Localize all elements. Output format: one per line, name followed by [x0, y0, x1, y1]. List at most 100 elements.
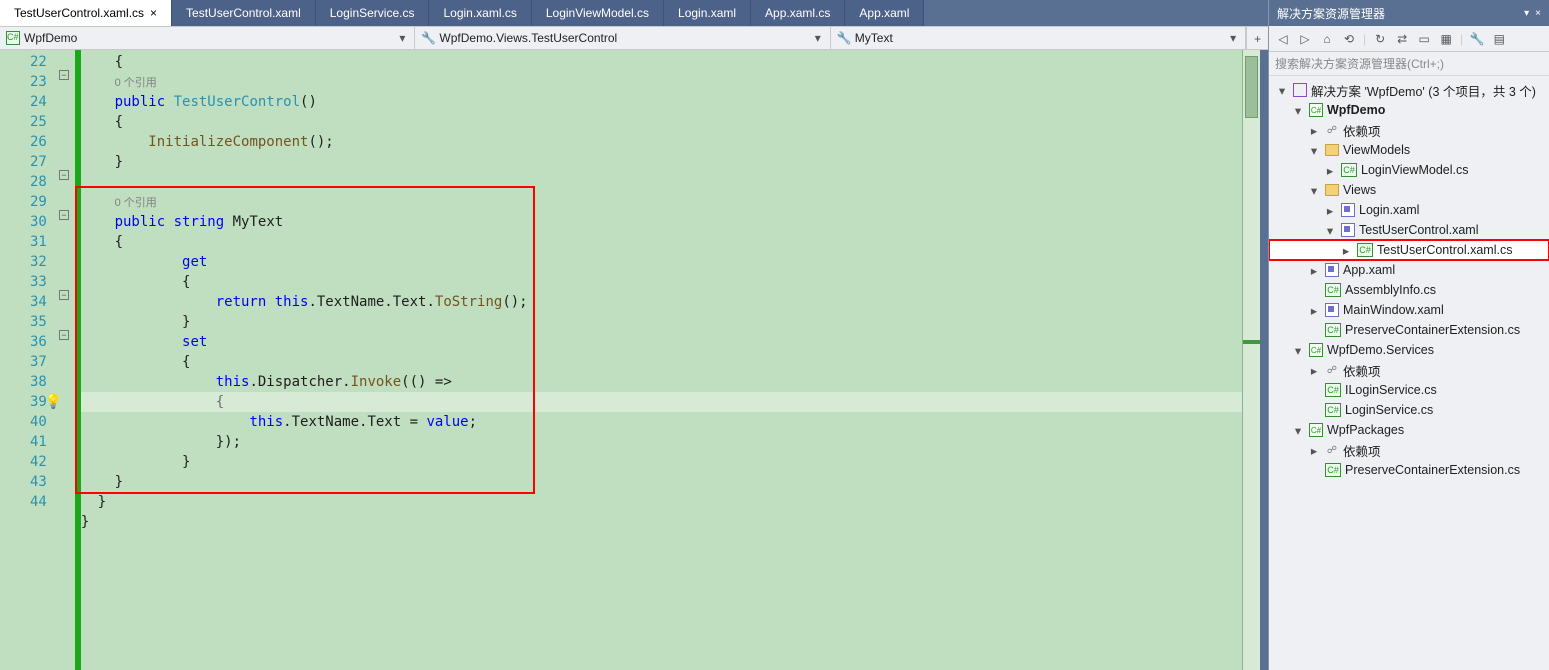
wrench-icon: 🔧	[837, 31, 851, 45]
chevron-down-icon[interactable]: ▾	[1524, 8, 1529, 19]
file-testusercontrol-xaml[interactable]: ▾TestUserControl.xaml	[1269, 220, 1549, 240]
dependencies[interactable]: ▸☍依赖项	[1269, 120, 1549, 140]
folder-views[interactable]: ▾ Views	[1269, 180, 1549, 200]
minimap-track[interactable]	[1260, 50, 1268, 670]
nav-scope-combo[interactable]: C# WpfDemo ▾	[0, 27, 415, 49]
project-services[interactable]: ▾C#WpfDemo.Services	[1269, 340, 1549, 360]
split-add-button[interactable]: +	[1246, 27, 1268, 49]
xaml-icon	[1341, 223, 1355, 237]
expand-icon[interactable]: ▸	[1323, 163, 1337, 178]
expand-icon[interactable]: ▾	[1307, 183, 1321, 198]
file-tab[interactable]: TestUserControl.xaml.cs×	[0, 0, 172, 26]
close-icon[interactable]: ×	[150, 6, 157, 20]
project-wpfpackages[interactable]: ▾C#WpfPackages	[1269, 420, 1549, 440]
show-all-icon[interactable]: ▦	[1438, 31, 1454, 47]
file-testusercontrol-cs[interactable]: ▸C#TestUserControl.xaml.cs	[1269, 240, 1549, 260]
file-tab[interactable]: App.xaml.cs	[751, 0, 845, 26]
file-tab[interactable]: App.xaml	[845, 0, 924, 26]
lightbulb-icon[interactable]: 💡	[45, 392, 61, 408]
project-wpfdemo[interactable]: ▾C#WpfDemo	[1269, 100, 1549, 120]
expand-icon[interactable]: ▾	[1323, 223, 1337, 238]
solution-explorer-search[interactable]: 搜索解决方案资源管理器(Ctrl+;)	[1269, 52, 1549, 76]
cs-icon: C#	[1325, 323, 1341, 337]
code-editor[interactable]: 2223242526272829303132333435363738394041…	[0, 50, 1268, 670]
file-tab[interactable]: TestUserControl.xaml	[172, 0, 316, 26]
file-preserve1[interactable]: C#PreserveContainerExtension.cs	[1269, 320, 1549, 340]
dependencies-3[interactable]: ▸ ☍ 依赖项	[1269, 440, 1549, 460]
code-surface[interactable]: { 0 个引用 public TestUserControl() { Initi…	[81, 50, 1242, 670]
dep-icon: ☍	[1325, 444, 1339, 456]
cs-icon: C#	[1325, 283, 1341, 297]
xaml-icon	[1341, 203, 1355, 217]
code-nav-bar: C# WpfDemo ▾ 🔧 WpfDemo.Views.TestUserCon…	[0, 26, 1268, 50]
csharp-icon: C#	[6, 31, 20, 45]
expand-icon[interactable]: ▸	[1307, 123, 1321, 138]
close-icon[interactable]: ×	[1535, 8, 1541, 19]
expand-icon[interactable]: ▾	[1307, 143, 1321, 158]
fold-icon	[1325, 184, 1339, 196]
forward-icon[interactable]: ▷	[1297, 31, 1313, 47]
sync-icon[interactable]: ⟲	[1341, 31, 1357, 47]
file-tab[interactable]: LoginViewModel.cs	[532, 0, 664, 26]
preview-icon[interactable]: ▤	[1491, 31, 1507, 47]
file-loginviewmodel[interactable]: ▸ C# LoginViewModel.cs	[1269, 160, 1549, 180]
expand-icon[interactable]: ▸	[1323, 203, 1337, 218]
nav-member-combo[interactable]: 🔧 MyText ▾	[831, 27, 1246, 49]
folder-viewmodels[interactable]: ▾ViewModels	[1269, 140, 1549, 160]
tree-label: TestUserControl.xaml.cs	[1377, 243, 1512, 257]
dependencies-2[interactable]: ▸☍依赖项	[1269, 360, 1549, 380]
chevron-down-icon: ▾	[1227, 31, 1239, 45]
refresh-icon[interactable]: ↻	[1372, 31, 1388, 47]
vertical-scrollbar[interactable]	[1242, 50, 1260, 670]
chevron-down-icon: ▾	[396, 31, 408, 45]
expand-icon[interactable]: ▸	[1339, 243, 1353, 258]
dep-icon: ☍	[1325, 364, 1339, 376]
tree-label: PreserveContainerExtension.cs	[1345, 463, 1520, 477]
tree-label: 依赖项	[1343, 441, 1381, 460]
cs-icon: C#	[1341, 163, 1357, 177]
file-tab[interactable]: Login.xaml	[664, 0, 751, 26]
expand-icon[interactable]: ▸	[1307, 263, 1321, 278]
expand-icon[interactable]: ▾	[1275, 83, 1289, 98]
outline-gutter[interactable]: −−−−−	[57, 50, 75, 670]
file-tab[interactable]: LoginService.cs	[316, 0, 430, 26]
solution-node[interactable]: ▾ 解决方案 'WpfDemo' (3 个项目，共 3 个)	[1269, 80, 1549, 100]
dep-icon: ☍	[1325, 124, 1339, 136]
chevron-down-icon: ▾	[812, 31, 824, 45]
expand-icon[interactable]: ▾	[1291, 103, 1305, 118]
file-app-xaml[interactable]: ▸App.xaml	[1269, 260, 1549, 280]
tree-label: MainWindow.xaml	[1343, 303, 1444, 317]
file-mainwindow[interactable]: ▸ MainWindow.xaml	[1269, 300, 1549, 320]
scrollbar-thumb[interactable]	[1245, 56, 1258, 118]
scroll-marker	[1243, 340, 1260, 344]
nav-type-label: WpfDemo.Views.TestUserControl	[439, 31, 807, 45]
tree-label: Views	[1343, 183, 1376, 197]
fold-icon	[1325, 144, 1339, 156]
back-icon[interactable]: ◁	[1275, 31, 1291, 47]
switch-view-icon[interactable]: ⇄	[1394, 31, 1410, 47]
file-tab[interactable]: Login.xaml.cs	[429, 0, 531, 26]
collapse-icon[interactable]: ▭	[1416, 31, 1432, 47]
file-loginservice[interactable]: C#LoginService.cs	[1269, 400, 1549, 420]
properties-icon[interactable]: 🔧	[1469, 31, 1485, 47]
solution-tree[interactable]: ▾ 解决方案 'WpfDemo' (3 个项目，共 3 个)▾C#WpfDemo ▸…	[1269, 76, 1549, 670]
file-preserve2[interactable]: C#PreserveContainerExtension.cs	[1269, 460, 1549, 480]
expand-icon[interactable]: ▸	[1307, 443, 1321, 458]
tree-label: LoginViewModel.cs	[1361, 163, 1468, 177]
file-assemblyinfo[interactable]: C#AssemblyInfo.cs	[1269, 280, 1549, 300]
tree-label: 解决方案 'WpfDemo' (3 个项目，共 3 个)	[1311, 81, 1536, 100]
expand-icon[interactable]: ▾	[1291, 343, 1305, 358]
expand-icon[interactable]: ▸	[1307, 363, 1321, 378]
file-login-xaml[interactable]: ▸ Login.xaml	[1269, 200, 1549, 220]
home-icon[interactable]: ⌂	[1319, 31, 1335, 47]
expand-icon[interactable]: ▾	[1291, 423, 1305, 438]
tree-label: WpfPackages	[1327, 423, 1404, 437]
search-placeholder: 搜索解决方案资源管理器(Ctrl+;)	[1275, 55, 1444, 72]
nav-type-combo[interactable]: 🔧 WpfDemo.Views.TestUserControl ▾	[415, 27, 830, 49]
file-iloginservice[interactable]: C#ILoginService.cs	[1269, 380, 1549, 400]
tree-label: ILoginService.cs	[1345, 383, 1437, 397]
file-tab-strip: TestUserControl.xaml.cs×TestUserControl.…	[0, 0, 1268, 26]
expand-icon[interactable]: ▸	[1307, 303, 1321, 318]
tree-label: Login.xaml	[1359, 203, 1419, 217]
solution-explorer-panel: 解决方案资源管理器 ▾ × ◁ ▷ ⌂ ⟲ | ↻ ⇄ ▭ ▦ | 🔧 ▤ 搜索…	[1268, 0, 1549, 670]
